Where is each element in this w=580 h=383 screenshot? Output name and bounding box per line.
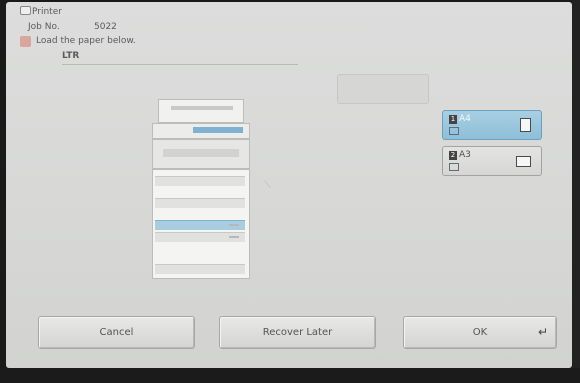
warning-icon bbox=[20, 36, 31, 47]
printer-icon bbox=[20, 6, 31, 15]
touch-screen: Printer Job No. 5022 Load the paper belo… bbox=[6, 2, 572, 368]
ok-button[interactable]: OK ↵ bbox=[403, 316, 557, 349]
tray-number-icon: 2 bbox=[449, 151, 457, 160]
portrait-orientation-icon bbox=[520, 118, 531, 132]
instruction-text: Load the paper below. bbox=[36, 36, 136, 46]
source-label: Printer bbox=[32, 7, 62, 17]
document-feeder bbox=[158, 99, 244, 123]
divider bbox=[62, 64, 298, 65]
paper-drawer bbox=[155, 176, 245, 186]
disabled-button bbox=[337, 74, 429, 104]
paper-drawer bbox=[155, 198, 245, 208]
recover-later-button[interactable]: Recover Later bbox=[219, 316, 376, 349]
tray-paper-size: A3 bbox=[459, 150, 471, 160]
output-tray bbox=[152, 139, 250, 169]
paper-stack-icon bbox=[449, 163, 459, 171]
enter-icon: ↵ bbox=[537, 325, 548, 339]
paper-drawer-highlighted bbox=[155, 220, 245, 230]
required-paper-size: LTR bbox=[62, 51, 80, 61]
paper-drawer bbox=[155, 232, 245, 242]
printer-body bbox=[152, 169, 250, 279]
cancel-button[interactable]: Cancel bbox=[38, 316, 195, 349]
paper-drawer bbox=[155, 264, 245, 274]
scanner-unit bbox=[152, 123, 250, 139]
status-bar bbox=[0, 368, 580, 383]
job-number-value: 5022 bbox=[94, 22, 117, 32]
paper-stack-icon bbox=[449, 127, 459, 135]
control-panel bbox=[193, 127, 243, 133]
screen-bezel bbox=[572, 0, 580, 383]
tray-paper-size: A4 bbox=[459, 114, 471, 124]
printer-illustration bbox=[146, 99, 258, 279]
job-number-label: Job No. bbox=[28, 22, 60, 32]
tray-2-button[interactable]: 2 A3 bbox=[442, 146, 542, 176]
ok-label: OK bbox=[472, 327, 488, 338]
tray-number-icon: 1 bbox=[449, 115, 457, 124]
tray-1-button[interactable]: 1 A4 bbox=[442, 110, 542, 140]
landscape-orientation-icon bbox=[516, 156, 531, 167]
arrow-icon: ⟍ bbox=[264, 180, 271, 191]
